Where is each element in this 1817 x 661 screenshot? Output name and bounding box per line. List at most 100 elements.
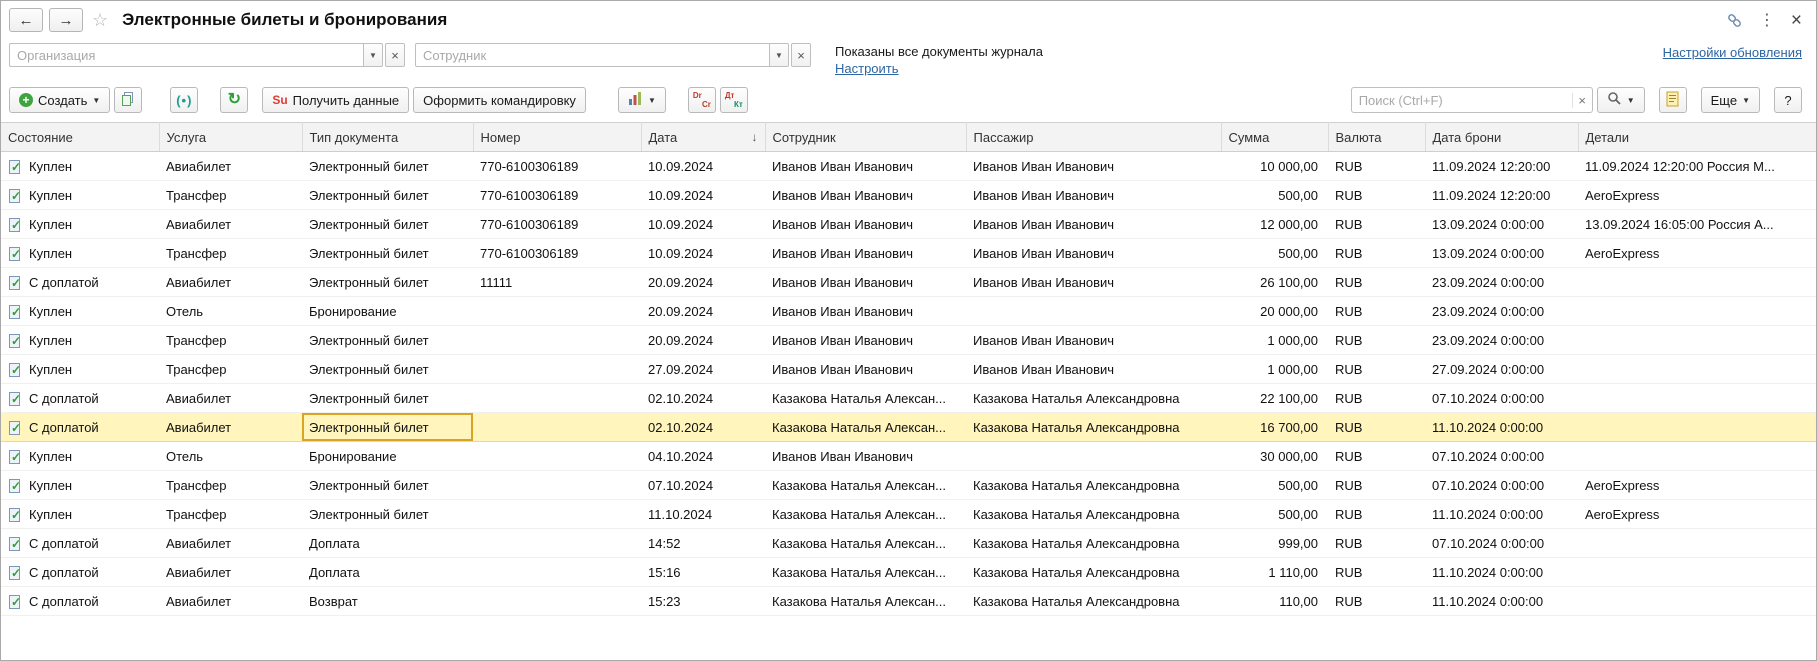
cell-passenger[interactable]: Иванов Иван Иванович (966, 268, 1221, 297)
cell-date[interactable]: 10.09.2024 (641, 210, 765, 239)
cell-currency[interactable]: RUB (1328, 326, 1425, 355)
cell-doc-type[interactable]: Электронный билет (302, 152, 473, 181)
cell-passenger[interactable]: Казакова Наталья Александровна (966, 413, 1221, 442)
cell-number[interactable] (473, 384, 641, 413)
organization-clear-button[interactable]: × (385, 43, 405, 67)
table-row[interactable]: Куплен Трансфер Электронный билет 20.09.… (1, 326, 1816, 355)
table-row[interactable]: С доплатой Авиабилет Возврат 15:23 Казак… (1, 587, 1816, 616)
cell-amount[interactable]: 16 700,00 (1221, 413, 1328, 442)
cell-doc-type[interactable]: Электронный билет (302, 268, 473, 297)
cell-number[interactable]: 770-6100306189 (473, 239, 641, 268)
cell-state[interactable]: Куплен (1, 210, 159, 239)
cell-booking-date[interactable]: 07.10.2024 0:00:00 (1425, 471, 1578, 500)
column-header-employee[interactable]: Сотрудник (765, 123, 966, 152)
cell-service[interactable]: Авиабилет (159, 587, 302, 616)
cell-number[interactable] (473, 471, 641, 500)
organization-input[interactable] (9, 43, 363, 67)
cell-number[interactable]: 770-6100306189 (473, 152, 641, 181)
cell-doc-type[interactable]: Электронный билет (302, 239, 473, 268)
search-input[interactable] (1352, 93, 1572, 108)
cell-amount[interactable]: 1 000,00 (1221, 355, 1328, 384)
cell-passenger[interactable]: Иванов Иван Иванович (966, 326, 1221, 355)
cell-passenger[interactable]: Казакова Наталья Александровна (966, 384, 1221, 413)
cell-doc-type[interactable]: Электронный билет (302, 181, 473, 210)
forward-button[interactable]: → (49, 8, 83, 32)
report-chart-button[interactable]: ▼ (618, 87, 666, 113)
table-row[interactable]: Куплен Авиабилет Электронный билет 770-6… (1, 210, 1816, 239)
cell-amount[interactable]: 30 000,00 (1221, 442, 1328, 471)
refresh-button[interactable]: ↻ (220, 87, 248, 113)
table-row[interactable]: Куплен Трансфер Электронный билет 11.10.… (1, 500, 1816, 529)
cell-state[interactable]: С доплатой (1, 268, 159, 297)
cell-details[interactable] (1578, 268, 1816, 297)
cell-number[interactable] (473, 500, 641, 529)
cell-booking-date[interactable]: 13.09.2024 0:00:00 (1425, 210, 1578, 239)
cell-booking-date[interactable]: 27.09.2024 0:00:00 (1425, 355, 1578, 384)
cell-date[interactable]: 04.10.2024 (641, 442, 765, 471)
cell-employee[interactable]: Иванов Иван Иванович (765, 297, 966, 326)
cell-currency[interactable]: RUB (1328, 239, 1425, 268)
create-button[interactable]: + Создать ▼ (9, 87, 110, 113)
column-header-date[interactable]: Дата ↓ (641, 123, 765, 152)
cell-service[interactable]: Авиабилет (159, 413, 302, 442)
cell-currency[interactable]: RUB (1328, 529, 1425, 558)
cell-number[interactable] (473, 413, 641, 442)
cell-doc-type[interactable]: Доплата (302, 558, 473, 587)
table-row[interactable]: Куплен Отель Бронирование 20.09.2024 Ива… (1, 297, 1816, 326)
back-button[interactable]: ← (9, 8, 43, 32)
cell-passenger[interactable]: Иванов Иван Иванович (966, 152, 1221, 181)
cell-date[interactable]: 02.10.2024 (641, 413, 765, 442)
employee-dropdown-button[interactable]: ▼ (769, 43, 789, 67)
column-header-service[interactable]: Услуга (159, 123, 302, 152)
cell-employee[interactable]: Казакова Наталья Алексан... (765, 587, 966, 616)
cell-employee[interactable]: Казакова Наталья Алексан... (765, 384, 966, 413)
column-header-state[interactable]: Состояние (1, 123, 159, 152)
cell-state[interactable]: С доплатой (1, 384, 159, 413)
cell-employee[interactable]: Иванов Иван Иванович (765, 239, 966, 268)
cell-currency[interactable]: RUB (1328, 442, 1425, 471)
cell-date[interactable]: 02.10.2024 (641, 384, 765, 413)
cell-details[interactable]: AeroExpress (1578, 239, 1816, 268)
cell-passenger[interactable]: Казакова Наталья Александровна (966, 471, 1221, 500)
column-header-passenger[interactable]: Пассажир (966, 123, 1221, 152)
cell-amount[interactable]: 500,00 (1221, 239, 1328, 268)
cell-employee[interactable]: Казакова Наталья Алексан... (765, 529, 966, 558)
cell-currency[interactable]: RUB (1328, 268, 1425, 297)
cell-details[interactable] (1578, 529, 1816, 558)
cell-currency[interactable]: RUB (1328, 355, 1425, 384)
employee-input[interactable] (415, 43, 769, 67)
cell-date[interactable]: 27.09.2024 (641, 355, 765, 384)
cell-date[interactable]: 07.10.2024 (641, 471, 765, 500)
table-row[interactable]: С доплатой Авиабилет Электронный билет 0… (1, 413, 1816, 442)
cell-doc-type[interactable]: Электронный билет (302, 384, 473, 413)
cell-state[interactable]: Куплен (1, 326, 159, 355)
cell-date[interactable]: 20.09.2024 (641, 297, 765, 326)
more-button[interactable]: Еще ▼ (1701, 87, 1760, 113)
column-header-amount[interactable]: Сумма (1221, 123, 1328, 152)
cell-number[interactable]: 770-6100306189 (473, 181, 641, 210)
table-row[interactable]: Куплен Авиабилет Электронный билет 770-6… (1, 152, 1816, 181)
cell-amount[interactable]: 10 000,00 (1221, 152, 1328, 181)
cell-employee[interactable]: Иванов Иван Иванович (765, 181, 966, 210)
table-row[interactable]: Куплен Трансфер Электронный билет 27.09.… (1, 355, 1816, 384)
cell-booking-date[interactable]: 11.10.2024 0:00:00 (1425, 413, 1578, 442)
cell-service[interactable]: Авиабилет (159, 152, 302, 181)
cell-number[interactable] (473, 587, 641, 616)
table-row[interactable]: С доплатой Авиабилет Электронный билет 1… (1, 268, 1816, 297)
cell-details[interactable] (1578, 442, 1816, 471)
cell-employee[interactable]: Иванов Иван Иванович (765, 152, 966, 181)
column-header-details[interactable]: Детали (1578, 123, 1816, 152)
cell-amount[interactable]: 1 110,00 (1221, 558, 1328, 587)
table-row[interactable]: С доплатой Авиабилет Электронный билет 0… (1, 384, 1816, 413)
cell-doc-type[interactable]: Электронный билет (302, 413, 473, 442)
cell-booking-date[interactable]: 11.09.2024 12:20:00 (1425, 152, 1578, 181)
cell-state[interactable]: С доплатой (1, 413, 159, 442)
cell-currency[interactable]: RUB (1328, 558, 1425, 587)
cell-currency[interactable]: RUB (1328, 210, 1425, 239)
copy-document-button[interactable] (114, 87, 142, 113)
cell-doc-type[interactable]: Возврат (302, 587, 473, 616)
cell-amount[interactable]: 500,00 (1221, 181, 1328, 210)
favorite-star-icon[interactable]: ☆ (92, 10, 108, 31)
cell-details[interactable] (1578, 384, 1816, 413)
cell-service[interactable]: Авиабилет (159, 384, 302, 413)
